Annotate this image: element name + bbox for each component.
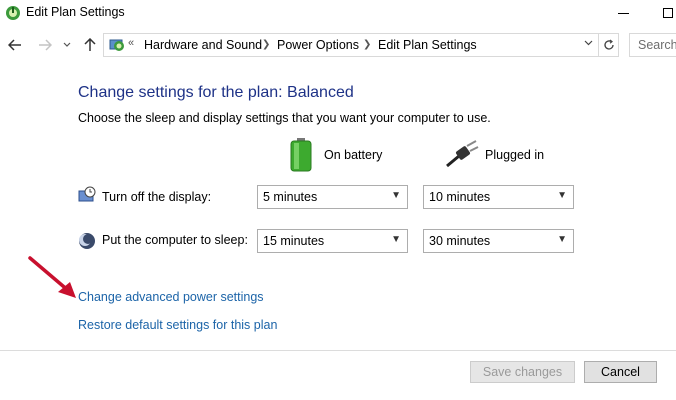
arrow-up-icon	[84, 38, 96, 51]
arrow-left-icon	[8, 39, 21, 51]
refresh-button[interactable]	[599, 33, 619, 57]
breadcrumb-hardware-and-sound[interactable]: Hardware and Sound	[144, 38, 262, 52]
breadcrumb-power-options[interactable]: Power Options	[277, 38, 359, 52]
search-placeholder: Search	[638, 38, 676, 52]
display-plugged-in-select[interactable]: 10 minutes ▼	[423, 185, 574, 209]
chevron-down-icon: ▼	[391, 190, 401, 201]
select-value: 15 minutes	[263, 234, 325, 248]
navigation-bar: « Hardware and Sound ❯ Power Options ❯ E…	[0, 31, 676, 59]
up-button[interactable]	[80, 31, 100, 59]
cancel-button[interactable]: Cancel	[584, 361, 657, 383]
chevron-down-icon: ▼	[391, 234, 401, 245]
on-battery-header: On battery	[324, 148, 383, 162]
plugged-in-header: Plugged in	[485, 148, 545, 162]
chevron-down-icon: ▼	[557, 190, 567, 201]
sleep-on-battery-select[interactable]: 15 minutes ▼	[257, 229, 408, 253]
restore-defaults-link[interactable]: Restore default settings for this plan	[78, 318, 277, 332]
display-timer-icon	[78, 186, 96, 202]
back-button[interactable]	[4, 31, 26, 59]
sleep-icon	[79, 233, 95, 249]
forward-button[interactable]	[34, 31, 56, 59]
refresh-icon	[603, 39, 614, 50]
advanced-power-settings-link[interactable]: Change advanced power settings	[78, 290, 264, 304]
control-panel-icon	[109, 39, 124, 51]
title-bar: Edit Plan Settings	[0, 0, 676, 26]
chevron-down-icon[interactable]	[584, 38, 593, 49]
chevron-down-icon: ▼	[557, 234, 567, 245]
arrow-right-icon	[39, 39, 52, 51]
chevron-down-icon	[63, 42, 71, 47]
search-input[interactable]: Search	[629, 33, 676, 57]
page-description: Choose the sleep and display settings th…	[78, 111, 491, 125]
page-title: Change settings for the plan: Balanced	[78, 84, 354, 101]
display-on-battery-select[interactable]: 5 minutes ▼	[257, 185, 408, 209]
address-bar[interactable]: « Hardware and Sound ❯ Power Options ❯ E…	[103, 33, 599, 57]
recent-locations-button[interactable]	[60, 31, 74, 59]
breadcrumb-overflow[interactable]: «	[128, 37, 134, 49]
maximize-button[interactable]	[658, 6, 674, 20]
breadcrumb-separator-icon[interactable]: ❯	[262, 39, 270, 50]
save-changes-button[interactable]: Save changes	[470, 361, 575, 383]
annotation-arrow-icon	[28, 256, 76, 298]
minimize-button[interactable]	[612, 6, 636, 20]
sleep-plugged-in-select[interactable]: 30 minutes ▼	[423, 229, 574, 253]
power-options-icon	[6, 6, 20, 20]
battery-icon	[290, 138, 312, 172]
breadcrumb-edit-plan-settings[interactable]: Edit Plan Settings	[378, 38, 477, 52]
select-value: 5 minutes	[263, 190, 318, 204]
turn-off-display-label: Turn off the display:	[102, 190, 212, 204]
sleep-label: Put the computer to sleep:	[102, 233, 248, 247]
divider	[0, 350, 676, 351]
breadcrumb-separator-icon[interactable]: ❯	[363, 39, 371, 50]
window-title: Edit Plan Settings	[26, 5, 125, 19]
select-value: 30 minutes	[429, 234, 491, 248]
select-value: 10 minutes	[429, 190, 491, 204]
plug-icon	[446, 140, 479, 168]
